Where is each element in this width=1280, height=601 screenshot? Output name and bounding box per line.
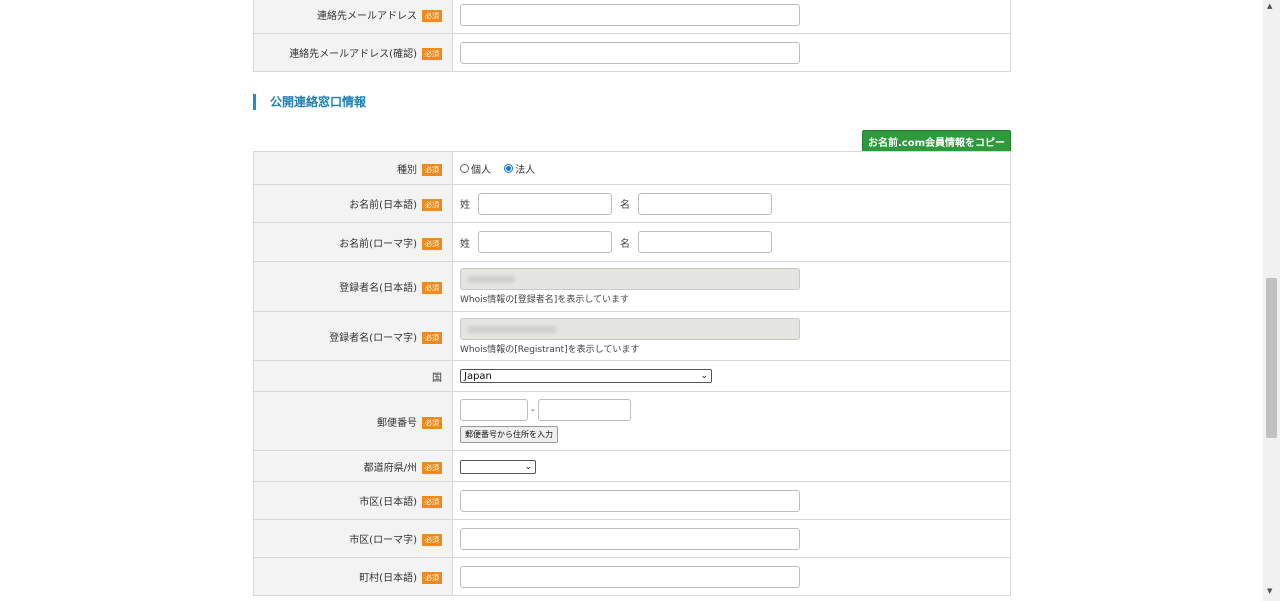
- name-en-label: お名前(ローマ字): [339, 238, 417, 250]
- email-row: 連絡先メールアドレス 必須: [253, 0, 1011, 34]
- section-title: 公開連絡窓口情報: [253, 93, 366, 110]
- name-ja-row: お名前(日本語) 必須 姓 名: [253, 184, 1011, 223]
- required-badge: 必須: [422, 163, 442, 176]
- page: 連絡先メールアドレス 必須 連絡先メールアドレス(確認) 必須 公開連絡窓口情報 お…: [0, 0, 1263, 601]
- town-ja-label: 町村(日本語): [359, 573, 417, 584]
- required-badge: 必須: [422, 48, 442, 60]
- copy-member-info-button[interactable]: お名前.com会員情報をコピー: [861, 130, 1011, 153]
- triangle-down-icon[interactable]: ▼: [1267, 587, 1272, 595]
- email-confirm-label: 連絡先メールアドレス(確認): [289, 49, 417, 60]
- email-confirm-input[interactable]: [460, 41, 800, 64]
- required-badge: 必須: [422, 496, 442, 508]
- name-en-row: お名前(ローマ字) 必須 姓 名: [253, 222, 1011, 262]
- town-ja-row: 町村(日本語) 必須: [253, 557, 1011, 596]
- name-ja-label: お名前(日本語): [349, 200, 417, 211]
- city-en-input[interactable]: [460, 527, 800, 550]
- zip-separator: -: [531, 404, 535, 416]
- city-en-row: 市区(ローマ字) 必須: [253, 519, 1011, 558]
- triangle-up-icon[interactable]: ▲: [1267, 2, 1272, 10]
- required-badge: 必須: [422, 199, 442, 211]
- country-select[interactable]: Japan ⌄: [460, 369, 712, 383]
- zip-label: 郵便番号: [377, 417, 417, 429]
- registrant-en-label: 登録者名(ローマ字): [329, 332, 417, 344]
- first-name-ja-input[interactable]: [638, 192, 772, 215]
- required-badge: 必須: [422, 282, 442, 294]
- contact-table: 連絡先メールアドレス 必須 連絡先メールアドレス(確認) 必須: [253, 0, 1011, 72]
- radio-individual-label: 個人: [471, 164, 491, 176]
- city-ja-row: 市区(日本語) 必須: [253, 481, 1011, 520]
- last-name-label: 姓: [460, 238, 470, 250]
- radio-corporation-label: 法人: [515, 164, 536, 176]
- town-ja-input[interactable]: [460, 565, 800, 588]
- last-name-label: 姓: [460, 200, 470, 211]
- radio-selected-icon: [504, 163, 514, 173]
- radio-icon: [460, 163, 469, 173]
- zip-first-input[interactable]: [460, 399, 528, 421]
- registrant-ja-field: [460, 268, 800, 290]
- required-badge: 必須: [422, 572, 442, 584]
- registrant-en-field: [460, 317, 800, 340]
- vertical-scrollbar[interactable]: ▲ ▼: [1263, 0, 1280, 601]
- required-badge: 必須: [422, 461, 442, 474]
- zip-second-input[interactable]: [537, 399, 631, 421]
- required-badge: 必須: [422, 534, 442, 546]
- city-ja-input[interactable]: [460, 489, 800, 512]
- type-label: 種別: [397, 164, 417, 176]
- required-badge: 必須: [422, 237, 442, 250]
- registrant-ja-label: 登録者名(日本語): [339, 283, 417, 294]
- last-name-en-input[interactable]: [478, 231, 612, 253]
- public-contact-table: 種別 必須 個人 法人 お名前(日本語) 必須 姓 名 お名前(ローマ字) 必須…: [253, 151, 1011, 596]
- prefecture-row: 都道府県/州 必須 ⌄: [253, 450, 1011, 482]
- redacted-value: [467, 276, 515, 283]
- country-label: 国: [432, 372, 442, 384]
- scrollbar-thumb[interactable]: [1266, 278, 1277, 438]
- type-row: 種別 必須 個人 法人: [253, 151, 1011, 185]
- last-name-ja-input[interactable]: [478, 192, 612, 215]
- chevron-down-icon: ⌄: [700, 371, 708, 381]
- first-name-label: 名: [620, 238, 630, 250]
- registrant-en-note: Whois情報の[Registrant]を表示しています: [460, 344, 640, 355]
- registrant-ja-row: 登録者名(日本語) 必須 Whois情報の[登録者名]を表示しています: [253, 261, 1011, 312]
- first-name-en-input[interactable]: [638, 231, 772, 253]
- radio-corporation[interactable]: 法人: [504, 161, 535, 176]
- registrant-en-row: 登録者名(ローマ字) 必須 Whois情報の[Registrant]を表示していま…: [253, 311, 1011, 361]
- section-bar: [253, 93, 256, 110]
- section-title-text: 公開連絡窓口情報: [270, 95, 367, 109]
- chevron-down-icon: ⌄: [524, 461, 532, 472]
- zip-row: 郵便番号 必須 - 郵便番号から住所を入力: [253, 391, 1011, 451]
- email-confirm-row: 連絡先メールアドレス(確認) 必須: [253, 33, 1011, 72]
- email-label: 連絡先メールアドレス: [317, 11, 417, 22]
- prefecture-label: 都道府県/州: [363, 462, 417, 474]
- required-badge: 必須: [422, 331, 442, 344]
- city-en-label: 市区(ローマ字): [349, 535, 417, 546]
- required-badge: 必須: [422, 416, 442, 429]
- zip-lookup-button[interactable]: 郵便番号から住所を入力: [460, 426, 558, 443]
- country-row: 国 Japan ⌄: [253, 360, 1011, 392]
- country-value: Japan: [464, 370, 492, 382]
- email-input[interactable]: [460, 3, 800, 26]
- registrant-ja-note: Whois情報の[登録者名]を表示しています: [460, 295, 630, 305]
- city-ja-label: 市区(日本語): [359, 497, 417, 508]
- required-badge: 必須: [422, 10, 442, 22]
- redacted-value: [467, 325, 557, 333]
- prefecture-select[interactable]: ⌄: [460, 459, 536, 474]
- first-name-label: 名: [620, 200, 630, 211]
- radio-individual[interactable]: 個人: [460, 161, 491, 176]
